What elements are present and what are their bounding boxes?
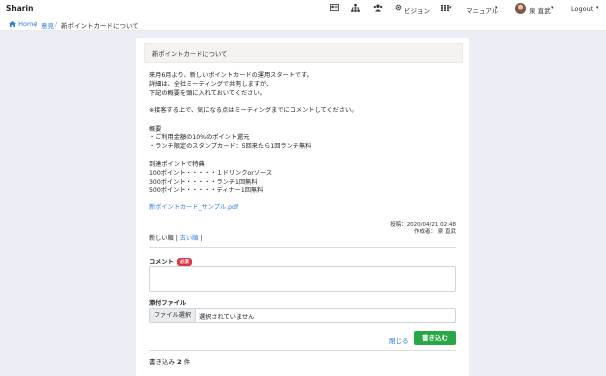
comment-textarea[interactable] (149, 266, 456, 292)
grid-icon[interactable] (441, 5, 449, 13)
attachment-label: 添付ファイル (149, 300, 187, 307)
breadcrumb-opinion[interactable]: 意見 (41, 20, 54, 30)
sort-new[interactable]: 新しい順 (149, 235, 174, 242)
post-body-line: ・ランチ限定のスタンプカード：5回来たら1回ランチ無料 (149, 143, 312, 150)
file-input[interactable]: ファイル選択 選択されていません (149, 308, 456, 323)
breadcrumb-current: 新ポイントカードについて (61, 22, 139, 30)
comment-label: コメント 必須 (149, 257, 192, 266)
logout-chevron-down-icon: ▾ (596, 5, 599, 11)
home-icon (9, 21, 16, 27)
users-icon[interactable] (373, 4, 383, 14)
post-body-line: 下記の概要を頭に入れておいてください。 (149, 90, 266, 97)
post-title: 新ポイントカードについて (152, 51, 228, 58)
post-body-line: 到達ポイントで特典 (149, 161, 205, 168)
post-body-line: 来月6月より、新しいポイントカードの運用スタートです。 (149, 72, 313, 79)
nav-manual[interactable]: マニュアル (466, 5, 498, 15)
divider (149, 350, 456, 351)
breadcrumb-separator: / (55, 20, 58, 28)
required-badge: 必須 (176, 258, 192, 266)
manual-chevron-down-icon: ▾ (495, 5, 498, 11)
breadcrumb: Home / 意見 / 新ポイントカードについて (0, 18, 606, 31)
comment-count-unit: 件 (183, 358, 191, 366)
post-body-line: 100ポイント・・・・・１ドリンクorソース (149, 170, 273, 177)
avatar[interactable] (515, 3, 526, 14)
divider (149, 247, 456, 248)
post-body-line: ※接客する上で、気になる点はミーティングまでにコメントしてください。 (149, 107, 358, 114)
top-navbar: Sharin ビジョン ▾ マニュアル ▾ 泉 直武 ▾ Logout ▾ (0, 0, 606, 19)
org-chart-icon[interactable] (351, 4, 360, 14)
brand-logo[interactable]: Sharin (6, 4, 33, 13)
comment-count-label: 書き込み (149, 358, 175, 366)
post-body-line: 詳細は、全社ミーティングで共有しますが、 (149, 81, 273, 88)
file-select-button[interactable]: ファイル選択 (150, 309, 196, 322)
logout-link[interactable]: Logout (571, 5, 593, 13)
user-chevron-down-icon: ▾ (551, 5, 554, 11)
nav-vision[interactable]: ビジョン (404, 5, 430, 15)
comment-count: 書き込み 2 件 (149, 356, 190, 366)
breadcrumb-separator: / (35, 20, 38, 28)
sort-old[interactable]: 古い順 (180, 235, 199, 242)
nav-user-name[interactable]: 泉 直武 (529, 5, 551, 15)
post-title-box: 新ポイントカードについて (144, 43, 463, 63)
breadcrumb-home[interactable]: Home (9, 20, 37, 28)
comment-label-text: コメント (149, 259, 174, 266)
post-body-line: 500ポイント・・・・・ディナー1回無料 (149, 187, 264, 194)
comment-count-number: 2 (177, 358, 182, 366)
attachment-link[interactable]: 新ポイントカード_サンプル.pdf (149, 202, 238, 211)
sort-options: 新しい順 | 古い順 | (149, 233, 202, 242)
post-author: 作成者： 泉 直武 (414, 229, 456, 235)
id-card-icon[interactable] (330, 4, 339, 13)
grid-chevron-down-icon: ▾ (449, 5, 452, 11)
post-panel: 新ポイントカードについて 来月6月より、新しいポイントカードの運用スタートです。… (136, 38, 469, 376)
file-status: 選択されていません (199, 314, 255, 321)
breadcrumb-opinion-label[interactable]: 意見 (41, 22, 54, 30)
post-body-line: ・ご利用金額の10%のポイント還元 (149, 134, 250, 141)
gear-icon (395, 4, 402, 13)
sort-separator: | (200, 235, 203, 242)
close-button[interactable]: 閉じる (389, 335, 409, 345)
submit-button[interactable]: 書き込む (414, 331, 456, 345)
